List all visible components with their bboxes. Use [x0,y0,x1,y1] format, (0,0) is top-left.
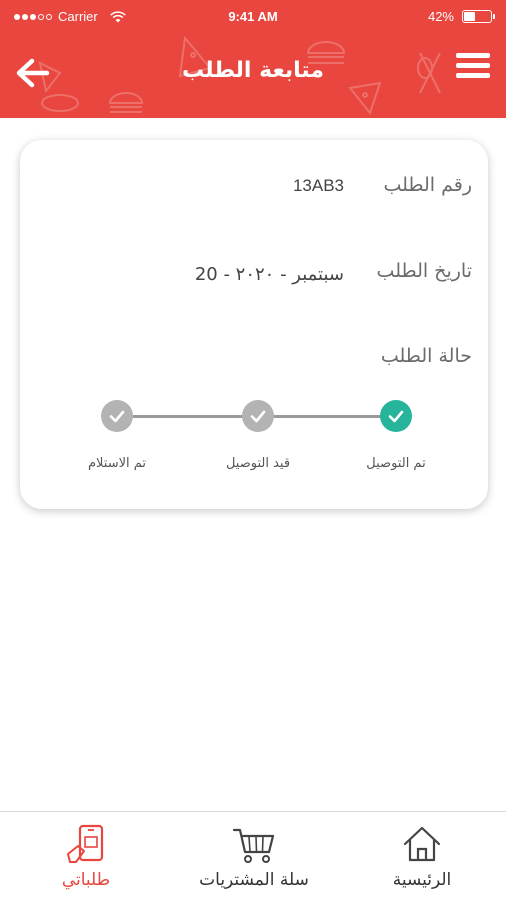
step-delivered-icon [380,400,412,432]
step-received-icon [101,400,133,432]
bottom-navigation: الرئيسية سلة المشتريات طلباتي [0,811,506,900]
hamburger-menu-icon[interactable] [456,53,490,85]
nav-item-cart[interactable]: سلة المشتريات [170,812,338,900]
order-status-progress: تم التوصيل قيد التوصيل تم الاستلام [20,398,488,478]
order-number-value: 13AB3 [292,176,344,195]
battery-icon [462,10,495,23]
order-tracking-card: رقم الطلب 13AB3 تاريخ الطلب سبتمبر - ٢٠٢… [20,140,488,509]
page-title: متابعة الطلب [181,58,325,83]
order-date-value: سبتمبر - ٢٠٢٠ - 20 [194,264,344,285]
nav-label-home: الرئيسية [392,870,452,890]
order-date-label: تاريخ الطلب [376,260,472,282]
nav-item-my-orders[interactable]: طلباتي [2,812,170,900]
status-bar: Carrier 9:41 AM 42% [0,0,506,33]
order-status-label: حالة الطلب [380,345,472,367]
home-icon [403,826,441,862]
step-delivered-label: تم التوصيل [366,456,426,471]
nav-label-cart: سلة المشتريات [199,870,309,890]
nav-label-my-orders: طلباتي [61,870,111,890]
nav-item-home[interactable]: الرئيسية [338,812,506,900]
step-received-label: تم الاستلام [87,456,147,471]
my-orders-icon [67,824,104,863]
battery-info: 42% [427,9,495,24]
step-in-delivery-icon [242,400,274,432]
cart-icon [232,828,275,863]
order-number-label: رقم الطلب [383,174,472,196]
app-header: متابعة الطلب [0,33,506,118]
battery-percent: 42% [427,9,454,24]
step-in-delivery-label: قيد التوصيل [225,456,291,471]
